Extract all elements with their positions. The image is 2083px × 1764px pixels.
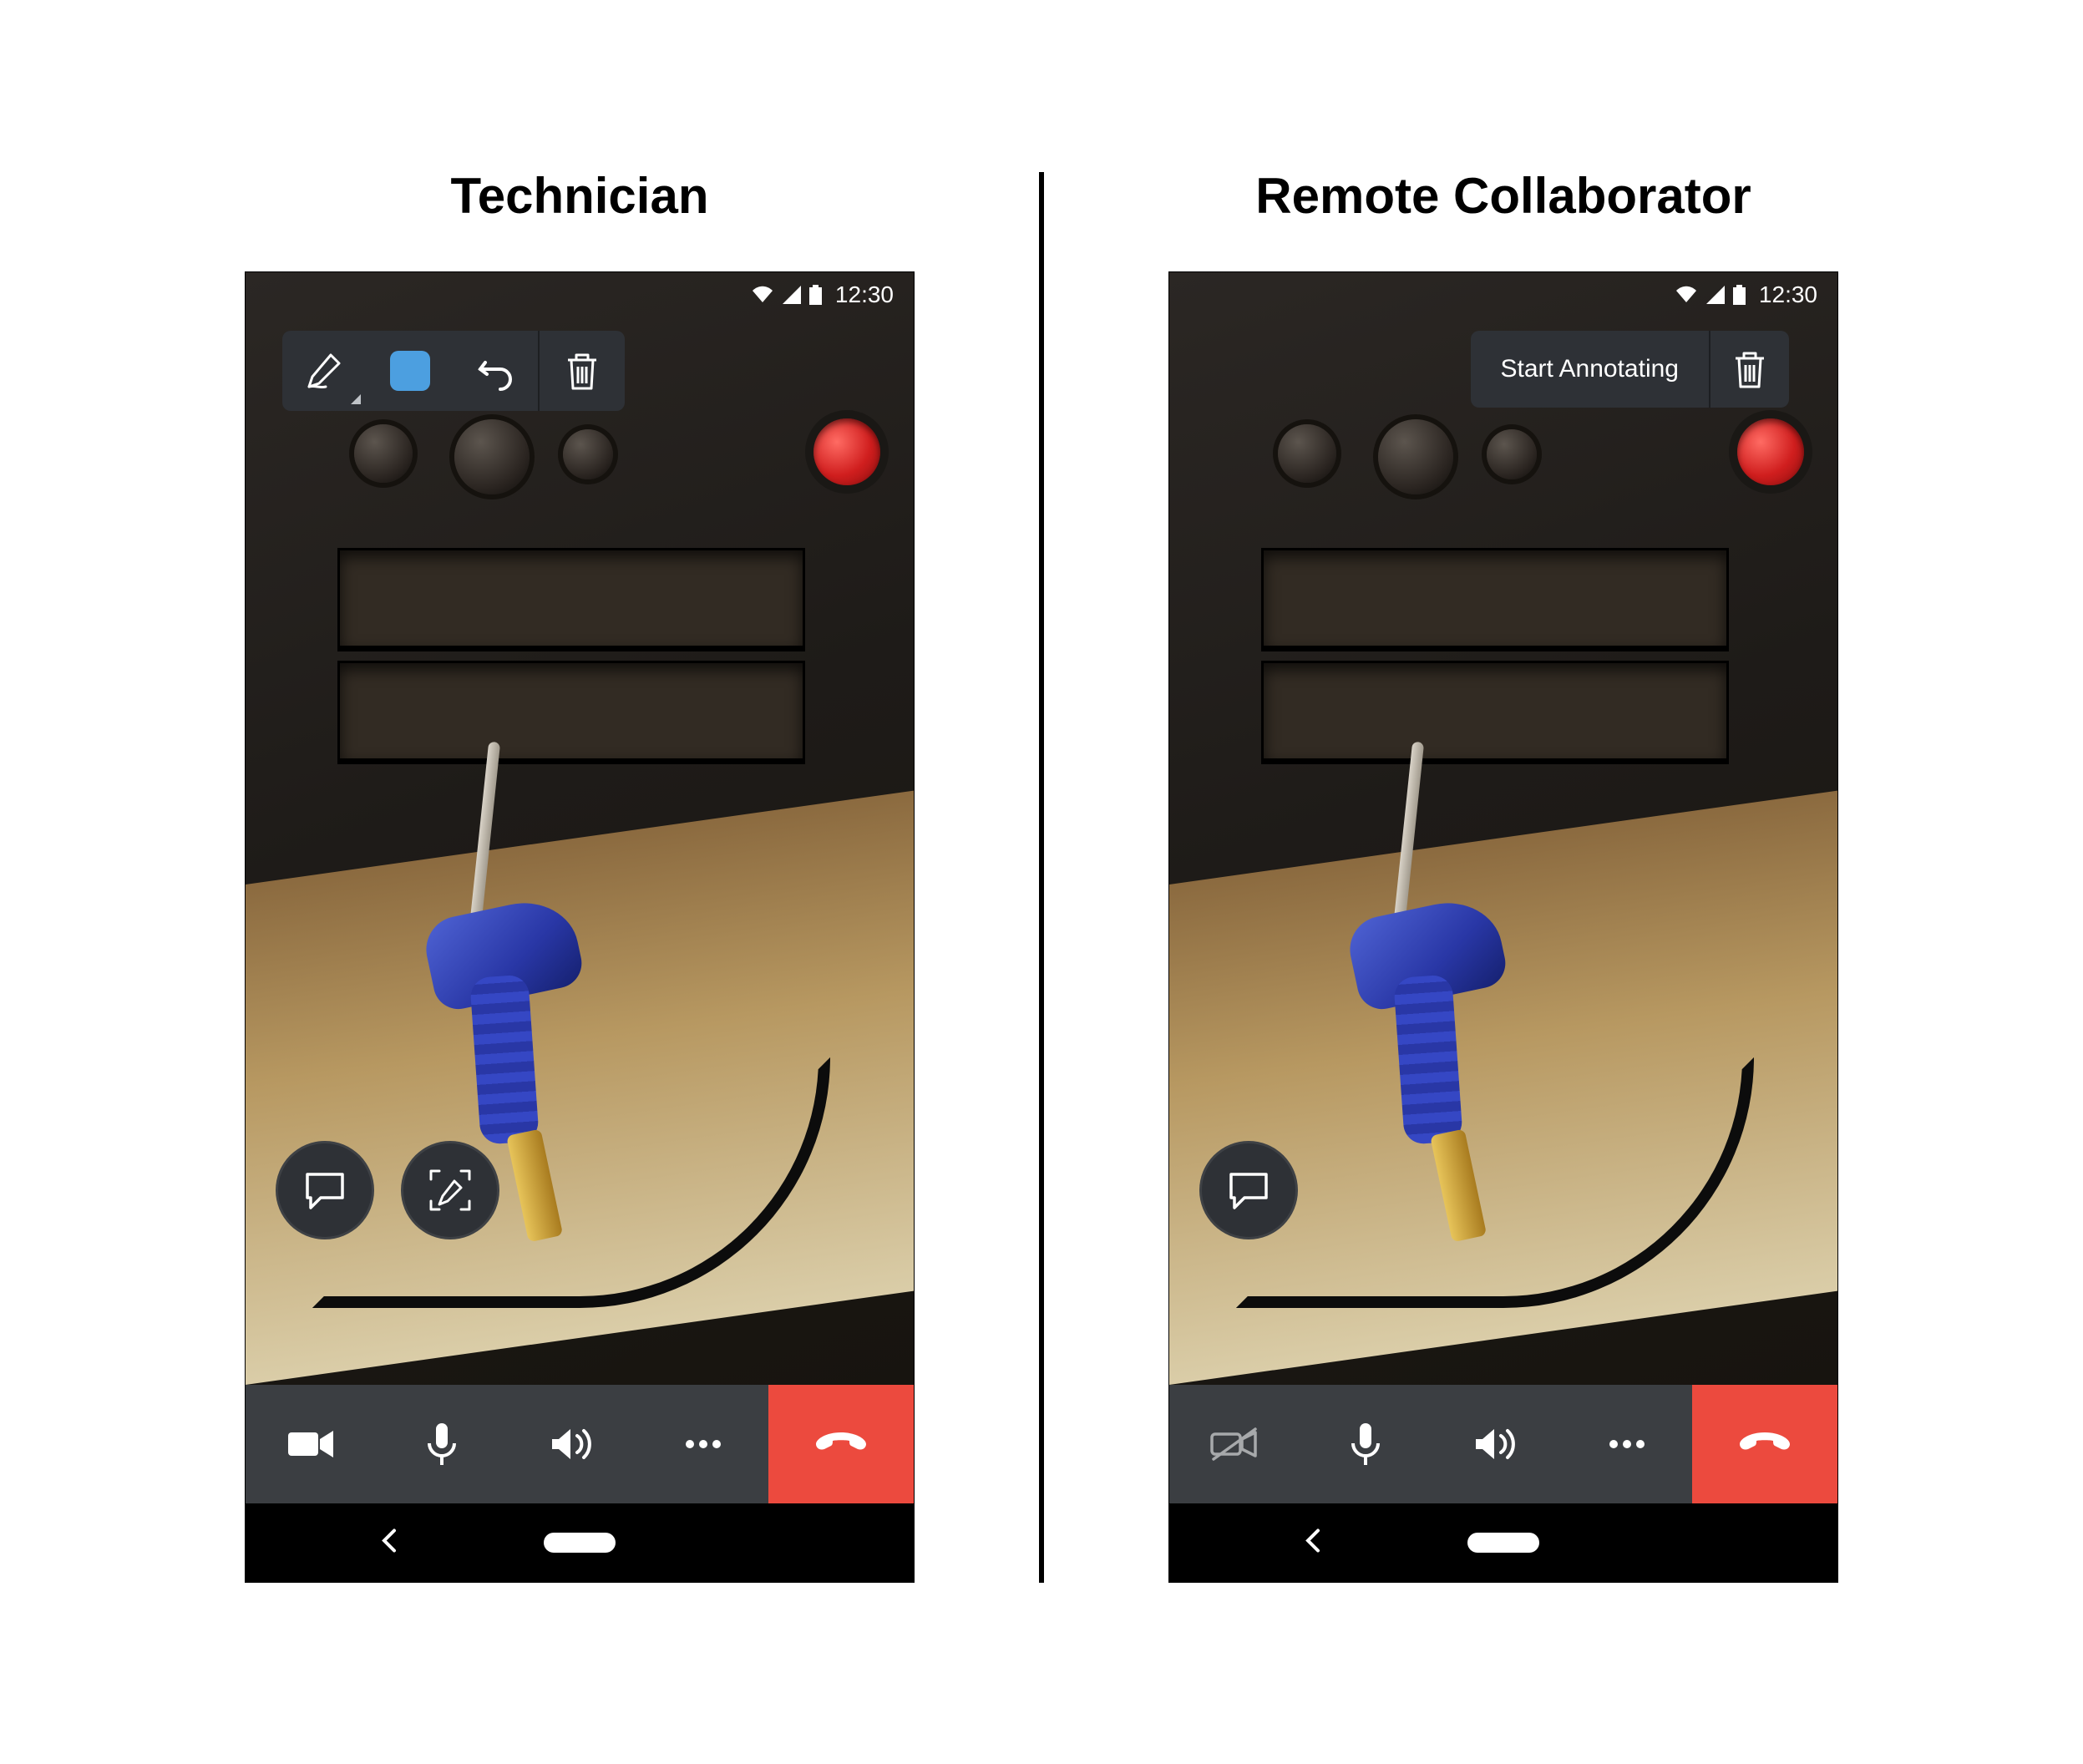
undo-button[interactable] — [453, 331, 538, 411]
panel-knob — [1487, 429, 1537, 479]
hangup-button[interactable] — [1692, 1385, 1837, 1503]
toggle-speaker-button[interactable] — [1431, 1385, 1562, 1503]
nav-home-button[interactable] — [544, 1533, 616, 1553]
wifi-icon — [1675, 286, 1698, 304]
panel-knob — [563, 429, 613, 479]
technician-heading: Technician — [451, 167, 709, 225]
status-bar: 12:30 — [1169, 272, 1837, 317]
toggle-video-button[interactable] — [1169, 1385, 1300, 1503]
chat-button[interactable] — [276, 1141, 374, 1239]
collaborator-heading: Remote Collaborator — [1255, 167, 1751, 225]
toggle-mic-button[interactable] — [1300, 1385, 1432, 1503]
nav-back-button[interactable] — [379, 1528, 399, 1559]
pen-tool-button[interactable] — [282, 331, 367, 411]
annotate-view-button[interactable] — [401, 1141, 499, 1239]
toggle-mic-button[interactable] — [377, 1385, 508, 1503]
collaborator-column: Remote Collaborator — [1044, 167, 1963, 1583]
technician-video-feed: 12:30 — [246, 272, 914, 1385]
signal-icon — [1706, 286, 1725, 304]
more-options-button[interactable] — [1562, 1385, 1693, 1503]
nav-home-button[interactable] — [1467, 1533, 1539, 1553]
toggle-speaker-button[interactable] — [507, 1385, 638, 1503]
start-annotating-button[interactable]: Start Annotating — [1471, 331, 1710, 408]
android-nav-bar — [246, 1503, 914, 1582]
floating-actions — [276, 1141, 499, 1239]
panel-drawer — [337, 548, 805, 648]
comparison-container: Technician — [0, 0, 2083, 1583]
status-bar: 12:30 — [246, 272, 914, 317]
hangup-button[interactable] — [768, 1385, 914, 1503]
collaborator-phone-frame: 12:30 Start Annotating — [1168, 271, 1838, 1583]
panel-drawer — [337, 661, 805, 761]
call-control-bar — [246, 1385, 914, 1503]
status-time: 12:30 — [1759, 281, 1817, 308]
delete-annotations-button[interactable] — [540, 331, 625, 411]
color-picker-button[interactable] — [367, 331, 453, 411]
panel-drawer — [1261, 661, 1729, 761]
annotation-toolbar: Start Annotating — [1471, 331, 1790, 408]
battery-icon — [809, 285, 822, 305]
floating-actions — [1199, 1141, 1298, 1239]
delete-annotations-button[interactable] — [1709, 331, 1789, 408]
more-options-button[interactable] — [638, 1385, 769, 1503]
call-control-bar — [1169, 1385, 1837, 1503]
wifi-icon — [751, 286, 774, 304]
panel-knob — [354, 424, 413, 483]
annotation-toolbar — [282, 331, 625, 411]
panel-drawer — [1261, 548, 1729, 648]
toggle-video-button[interactable] — [246, 1385, 377, 1503]
technician-column: Technician — [120, 167, 1039, 1583]
panel-knob — [1278, 424, 1336, 483]
status-time: 12:30 — [835, 281, 894, 308]
color-swatch — [390, 351, 430, 391]
android-nav-bar — [1169, 1503, 1837, 1582]
panel-knob — [1378, 419, 1453, 494]
nav-back-button[interactable] — [1303, 1528, 1323, 1559]
panel-knob — [454, 419, 530, 494]
technician-phone-frame: 12:30 — [245, 271, 915, 1583]
expand-indicator-icon — [351, 394, 361, 404]
chat-button[interactable] — [1199, 1141, 1298, 1239]
battery-icon — [1733, 285, 1746, 305]
collaborator-video-feed: 12:30 Start Annotating — [1169, 272, 1837, 1385]
signal-icon — [783, 286, 801, 304]
